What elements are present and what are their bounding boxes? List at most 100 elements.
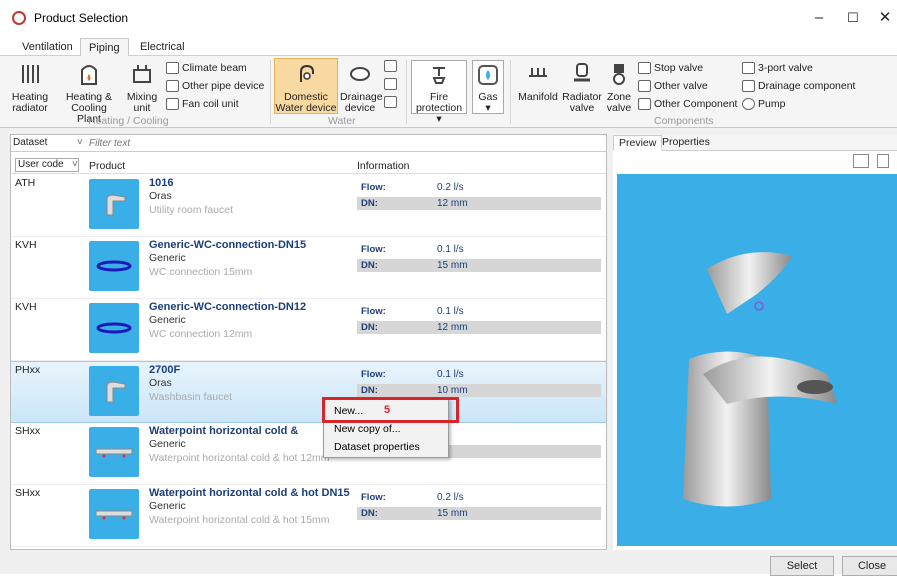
dn-label: DN:	[361, 260, 378, 271]
dn-info: DN: 12 mm	[357, 321, 601, 334]
menu-item-dataset-properties[interactable]: Dataset properties	[334, 441, 420, 453]
product-manufacturer: Generic	[149, 500, 186, 512]
product-manufacturer: Generic	[149, 252, 186, 264]
pipe-device-icon	[166, 80, 179, 92]
chevron-down-icon: ˅	[72, 159, 78, 170]
radiator-valve-button[interactable]: Radiator valve	[562, 62, 602, 114]
faucet-icon	[295, 62, 317, 89]
information-column-header[interactable]: Information	[357, 160, 410, 172]
product-name: 1016	[149, 177, 174, 189]
dn-label: DN:	[361, 508, 378, 519]
product-description: Waterpoint horizontal cold & hot 12mm	[149, 452, 330, 464]
drainage-device-button[interactable]: Drainage device	[340, 62, 383, 114]
product-name: Waterpoint horizontal cold &	[149, 425, 299, 437]
product-selection-window: Product Selection – ☐ ✕ Ventilation Pipi…	[0, 0, 897, 576]
other-pipe-device-button[interactable]: Other pipe device	[166, 78, 264, 94]
menu-item-new-copy[interactable]: New copy of...	[334, 423, 401, 435]
sink-icon	[349, 62, 371, 89]
hand-wash-button[interactable]	[384, 94, 400, 110]
other-valve-button[interactable]: Other valve	[638, 78, 708, 94]
product-thumbnail	[89, 303, 139, 353]
group-label-water: Water	[328, 115, 356, 127]
close-button[interactable]: Close	[842, 556, 897, 576]
tab-preview[interactable]: Preview	[613, 135, 663, 151]
zone-valve-icon	[608, 62, 630, 89]
preview-tabs: Preview Properties	[613, 134, 897, 151]
fire-protection-dropdown[interactable]: Fire protection ▾	[411, 60, 467, 125]
tab-electrical[interactable]: Electrical	[132, 38, 193, 57]
product-description: Waterpoint horizontal cold & hot 15mm	[149, 514, 330, 526]
product-manufacturer: Oras	[149, 377, 172, 389]
dn-info: DN: 15 mm	[357, 259, 601, 272]
user-code: ATH	[15, 177, 36, 189]
product-thumbnail	[89, 241, 139, 291]
dataset-dropdown[interactable]: Dataset ˅	[13, 137, 85, 150]
table-row[interactable]: PHxx 2700F Oras Washbasin faucet Flow: 0.1 l/…	[11, 361, 606, 423]
heating-radiator-button[interactable]: Heating radiator	[8, 62, 52, 114]
close-window-button[interactable]: ✕	[870, 6, 897, 30]
dn-value: 15 mm	[437, 508, 468, 519]
chevron-down-icon: ˅	[77, 137, 83, 148]
boiler-icon	[78, 62, 100, 89]
dn-value: 10 mm	[437, 385, 468, 396]
table-row[interactable]: KVH Generic-WC-connection-DN12 Generic WC c…	[11, 299, 606, 361]
climate-beam-button[interactable]: Climate beam	[166, 60, 247, 76]
table-row[interactable]: SHxx Waterpoint horizontal cold & hot DN1…	[11, 485, 606, 547]
product-name: Generic-WC-connection-DN15	[149, 239, 307, 251]
product-description: Utility room faucet	[149, 204, 234, 216]
shower-button[interactable]	[384, 58, 400, 74]
flow-label: Flow:	[361, 182, 386, 193]
flow-value: 0.1 l/s	[437, 306, 464, 317]
stop-valve-button[interactable]: Stop valve	[638, 60, 703, 76]
shower-icon	[384, 60, 397, 72]
product-3d-preview[interactable]	[617, 174, 897, 546]
mixing-unit-icon	[131, 62, 153, 89]
select-button[interactable]: Select	[770, 556, 834, 576]
bath-button[interactable]	[384, 76, 400, 92]
maximize-button[interactable]: ☐	[838, 6, 868, 30]
flow-value: 0.2 l/s	[437, 492, 464, 503]
filter-input[interactable]	[89, 136, 589, 150]
dn-label: DN:	[361, 322, 378, 333]
product-column-header[interactable]: Product	[89, 160, 125, 172]
pump-icon	[742, 98, 755, 110]
product-description: WC connection 12mm	[149, 328, 253, 340]
view-box-icon[interactable]	[853, 154, 869, 168]
flow-info: Flow: 0.2 l/s	[357, 181, 601, 194]
flow-info: Flow: 0.2 l/s	[357, 491, 601, 504]
product-manufacturer: Generic	[149, 438, 186, 450]
drainage-component-button[interactable]: Drainage component	[742, 78, 855, 94]
user-code: KVH	[15, 301, 37, 313]
user-code-column-header[interactable]: User code ˅	[15, 158, 79, 172]
gas-icon	[477, 64, 499, 89]
dn-value: 12 mm	[437, 322, 468, 333]
flow-label: Flow:	[361, 492, 386, 503]
table-row[interactable]: ATH 1016 Oras Utility room faucet Flow: 0.2 l…	[11, 175, 606, 237]
gas-dropdown[interactable]: Gas ▾	[472, 60, 504, 114]
zone-valve-button[interactable]: Zone valve	[604, 62, 634, 114]
annotation-step-number: 5	[384, 404, 391, 416]
flow-label: Flow:	[361, 244, 386, 255]
dn-label: DN:	[361, 198, 378, 209]
manifold-icon	[527, 62, 549, 89]
minimize-button[interactable]: –	[804, 6, 834, 30]
tab-ventilation[interactable]: Ventilation	[14, 38, 81, 57]
tab-properties[interactable]: Properties	[657, 135, 715, 151]
user-code: PHxx	[15, 364, 41, 376]
other-component-button[interactable]: Other Component	[638, 96, 737, 112]
dn-info: DN: 12 mm	[357, 197, 601, 210]
three-port-valve-button[interactable]: 3-port valve	[742, 60, 813, 76]
user-code: SHxx	[15, 487, 41, 499]
manifold-button[interactable]: Manifold	[514, 62, 562, 103]
product-thumbnail	[89, 179, 139, 229]
dn-info: DN: 10 mm	[357, 384, 601, 397]
view-copy-icon[interactable]	[877, 154, 889, 168]
table-row[interactable]: SHxx Waterpoint horizontal cold & Generic W…	[11, 423, 606, 485]
table-row[interactable]: KVH Generic-WC-connection-DN15 Generic WC c…	[11, 237, 606, 299]
tab-piping[interactable]: Piping	[80, 38, 129, 57]
mixing-unit-button[interactable]: Mixing unit	[124, 62, 160, 114]
pump-button[interactable]: Pump	[742, 96, 785, 112]
radiator-valve-icon	[571, 62, 593, 89]
domestic-water-device-button[interactable]: Domestic Water device	[274, 58, 338, 114]
fan-coil-unit-button[interactable]: Fan coil unit	[166, 96, 239, 112]
